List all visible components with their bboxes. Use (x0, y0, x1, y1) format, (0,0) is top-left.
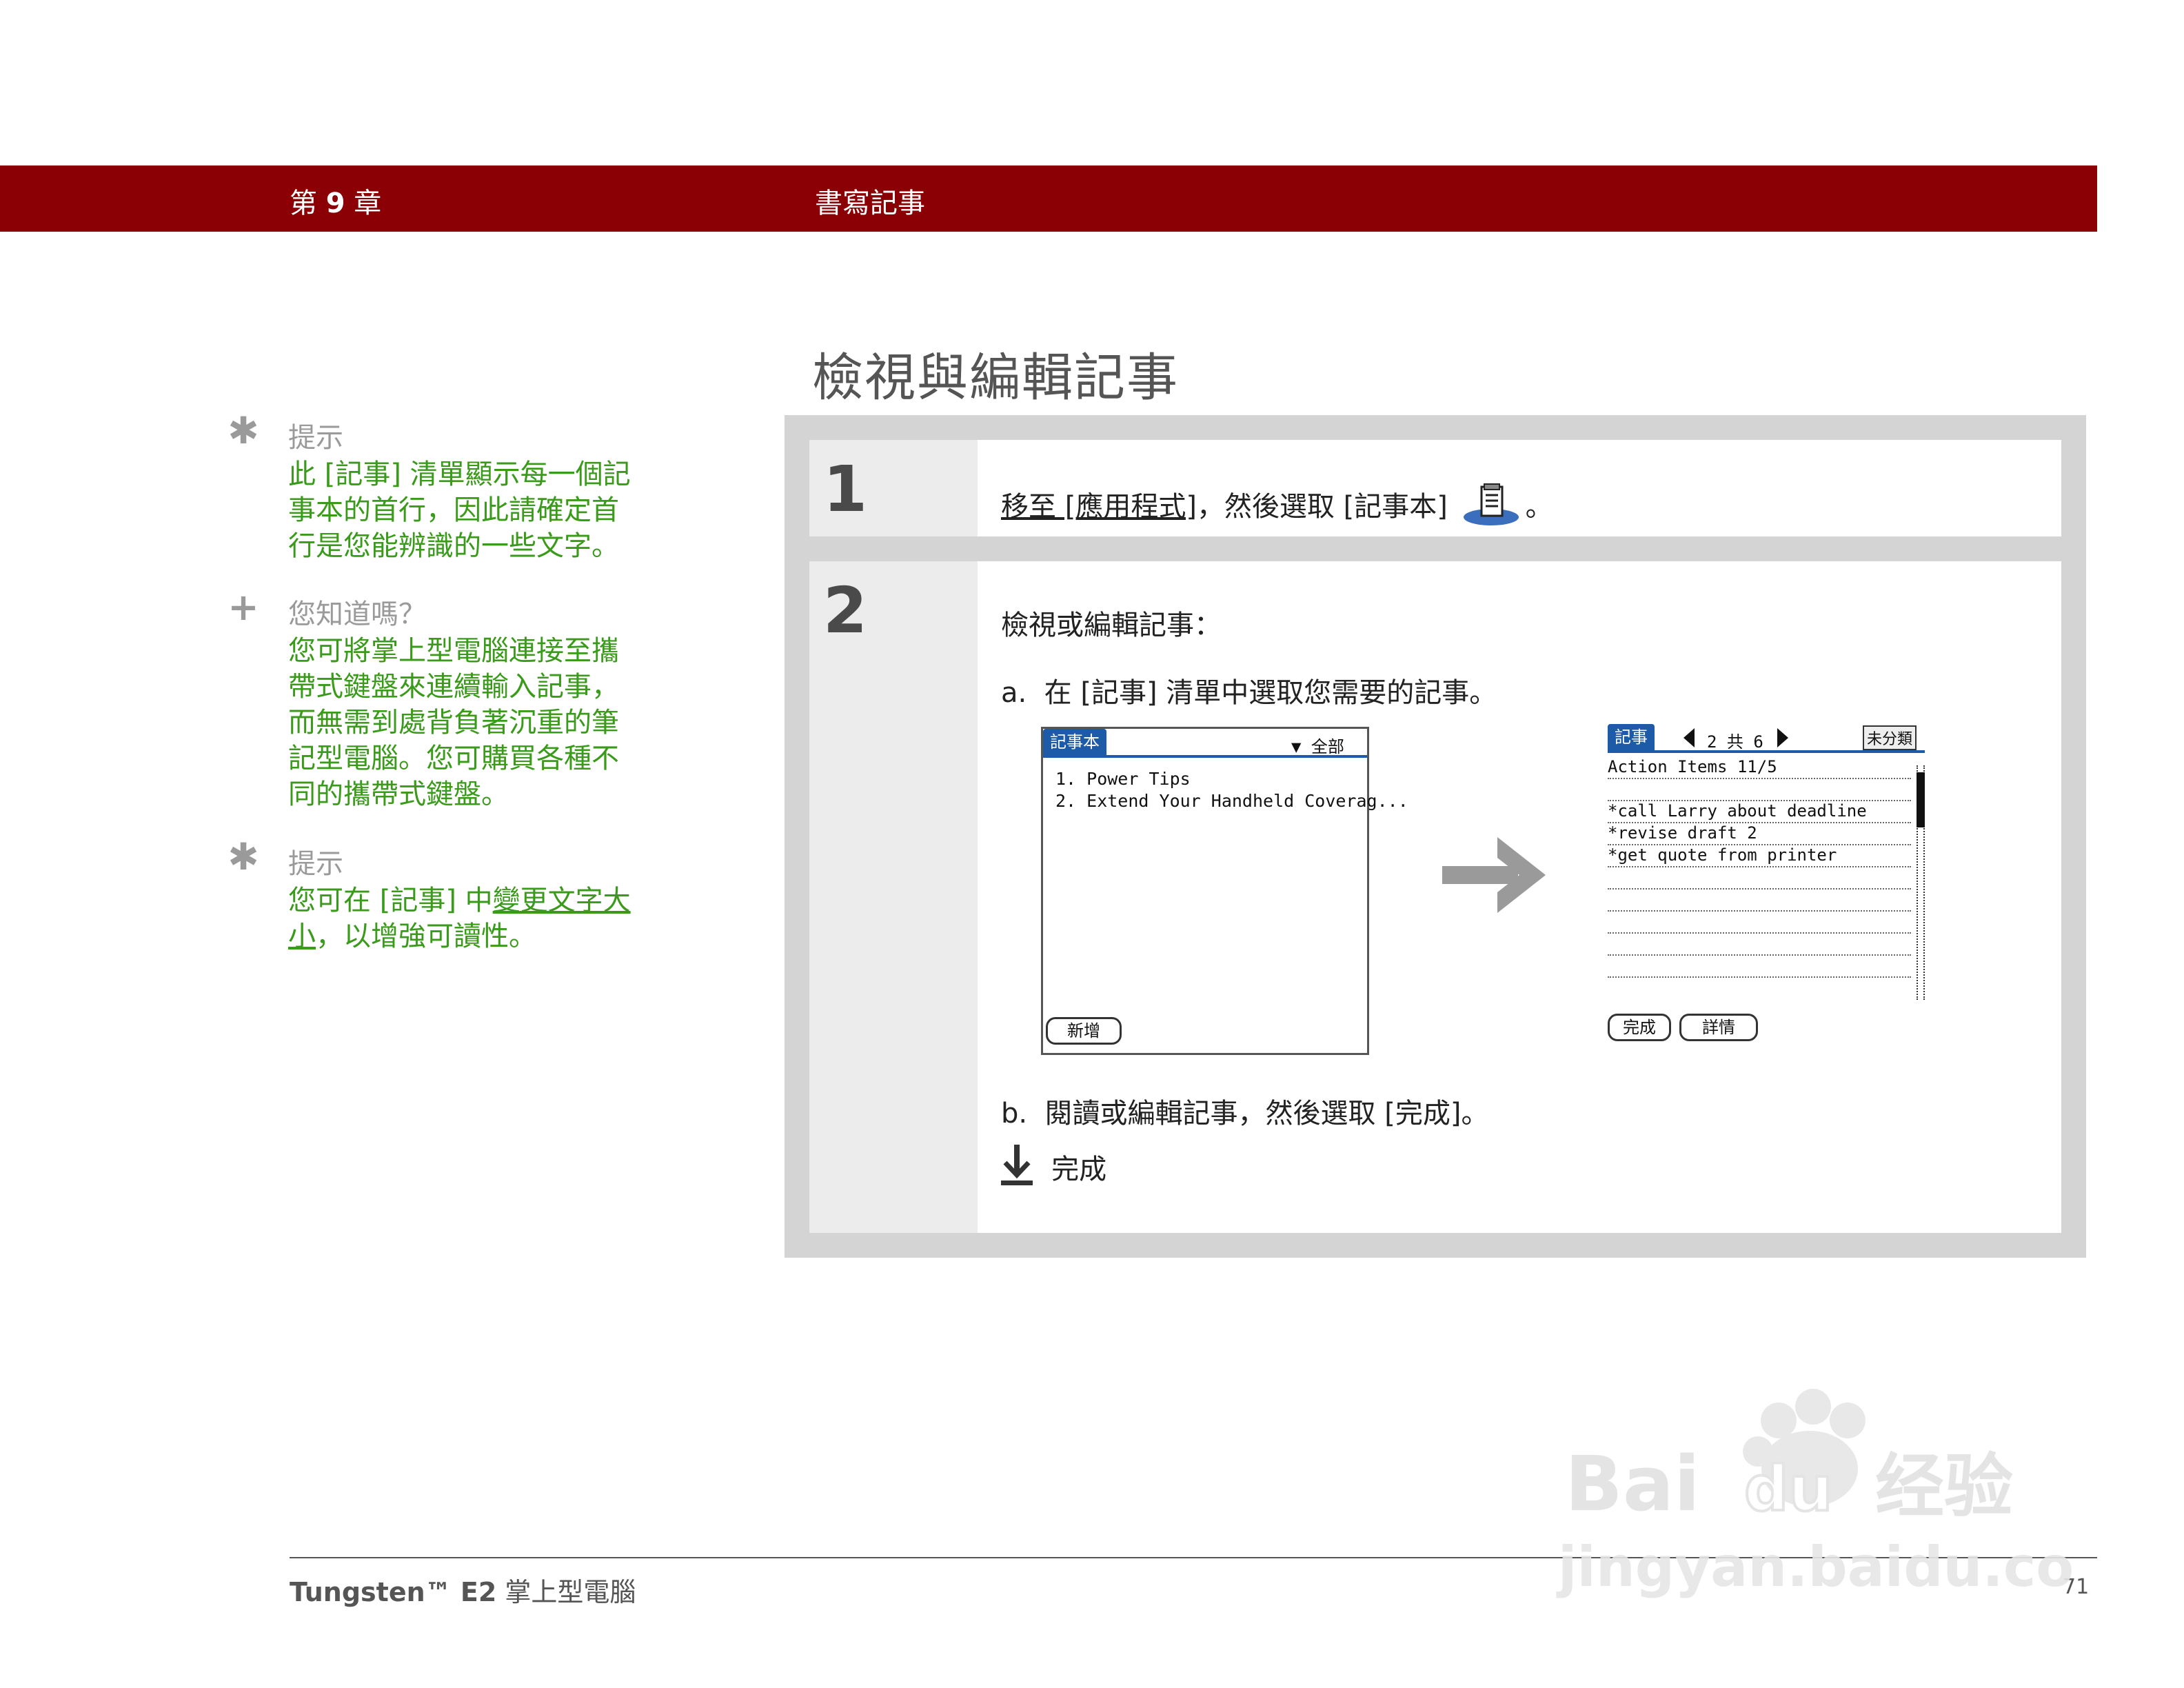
ruled-line (1608, 932, 1911, 934)
steps-frame: 1 移至 [應用程式]，然後選取 [記事本] 。 2 檢視或編輯記事： a. 在… (785, 415, 2086, 1258)
tip-body: 您可在 [記事] 中變更文字大小，以增強可讀性。 (288, 885, 631, 952)
memo-detail-screen: 記事 2 共 6 未分類 Action Items 11/5 *call Lar… (1608, 724, 1932, 1055)
svg-text:经验: 经验 (1875, 1446, 2013, 1527)
plus-icon: + (228, 585, 259, 629)
go-to-applications-link[interactable]: 移至 [應用程式] (1001, 491, 1197, 523)
section-label: 書寫記事 (815, 188, 925, 219)
step-number-column: 2 (809, 561, 978, 1233)
details-button[interactable]: 詳情 (1679, 1014, 1758, 1041)
scrollbar-thumb[interactable] (1917, 772, 1925, 827)
category-button[interactable]: 未分類 (1863, 725, 1917, 750)
ruled-line (1608, 844, 1911, 845)
watermark-logo: Bai du 经验 jingyan.baidu.com (1551, 1365, 2132, 1614)
step-1-text: 移至 [應用程式]，然後選取 [記事本] 。 (1001, 483, 2048, 534)
title-underline (1608, 750, 1925, 753)
memo-detail-tab: 記事 (1608, 724, 1655, 750)
asterisk-icon: ✱ (228, 409, 259, 452)
ruled-line (1608, 888, 1911, 890)
next-arrow-icon[interactable] (1777, 728, 1788, 747)
memo-list-screen: 記事本 ▼ 全部 1. Power Tips 2. Extend Your Ha… (1041, 727, 1408, 1055)
step-1: 1 移至 [應用程式]，然後選取 [記事本] 。 (809, 440, 2061, 536)
done-button[interactable]: 完成 (1608, 1014, 1671, 1041)
note-line[interactable]: *revise draft 2 (1608, 823, 1757, 843)
arrow-right-icon (1442, 837, 1546, 916)
done-label: 完成 (1051, 1154, 1107, 1185)
memo-app-icon (1461, 483, 1521, 534)
step-2-intro: 檢視或編輯記事： (1001, 610, 1222, 641)
tip-body: 您可將掌上型電腦連接至攜帶式鍵盤來連續輸入記事，而無需到處背負著沉重的筆記型電腦… (288, 635, 619, 810)
chapter-label: 第 9 章 (290, 188, 382, 219)
arrow-down-icon (1001, 1145, 1033, 1189)
list-item[interactable]: 1. Power Tips (1055, 769, 1191, 789)
page-counter: 2 共 6 (1707, 732, 1763, 752)
prev-arrow-icon[interactable] (1684, 728, 1695, 747)
step-number: 1 (823, 452, 868, 526)
svg-text:Bai: Bai (1565, 1440, 1700, 1528)
list-item[interactable]: 2. Extend Your Handheld Coverag... (1055, 791, 1408, 811)
step-number-column: 1 (809, 440, 978, 536)
done-indicator: 完成 (1001, 1145, 1106, 1189)
ruled-line (1608, 910, 1911, 912)
ruled-line (1608, 954, 1911, 956)
svg-text:du: du (1744, 1453, 1833, 1525)
step-number: 2 (823, 574, 868, 647)
new-button[interactable]: 新增 (1046, 1017, 1122, 1045)
note-line[interactable]: *get quote from printer (1608, 845, 1837, 865)
ruled-line (1608, 976, 1911, 978)
tip-title: 提示 (288, 848, 343, 880)
tip-body: 此 [記事] 清單顯示每一個記事本的首行，因此請確定首行是您能辨識的一些文字。 (288, 459, 631, 562)
tip-title: 您知道嗎？ (288, 599, 426, 630)
tip-title: 提示 (288, 422, 343, 454)
ruled-line (1608, 800, 1911, 801)
asterisk-icon: ✱ (228, 835, 259, 878)
ruled-line (1608, 866, 1911, 867)
step-2: 2 檢視或編輯記事： a. 在 [記事] 清單中選取您需要的記事。 記事本 ▼ … (809, 561, 2061, 1233)
page-title: 檢視與編輯記事 (812, 348, 1179, 408)
ruled-line (1608, 822, 1911, 823)
category-dropdown[interactable]: ▼ 全部 (1291, 733, 1344, 757)
note-line[interactable]: *call Larry about deadline (1608, 801, 1867, 821)
sub-step-b: b. 閱讀或編輯記事，然後選取 [完成]。 (1001, 1098, 1489, 1129)
ruled-line (1608, 778, 1911, 779)
note-line[interactable]: Action Items 11/5 (1608, 757, 1777, 776)
footer-product: Tungsten™ E2 掌上型電腦 (290, 1577, 636, 1607)
svg-text:jingyan.baidu.com: jingyan.baidu.com (1556, 1535, 2075, 1599)
sub-step-a: a. 在 [記事] 清單中選取您需要的記事。 (1001, 677, 1497, 709)
memo-list-tab: 記事本 (1043, 729, 1106, 755)
